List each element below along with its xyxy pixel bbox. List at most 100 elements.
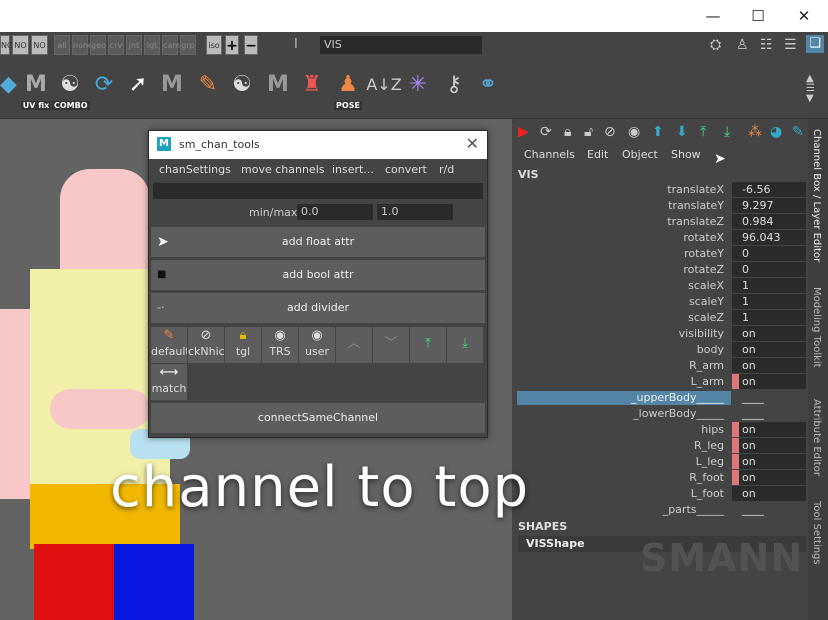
menu-channels[interactable]: Channels bbox=[524, 148, 575, 161]
selection-mask-button[interactable]: jnt bbox=[126, 35, 142, 55]
eye-icon[interactable]: ◉ bbox=[628, 123, 640, 141]
arrow-up-icon[interactable]: ⬆ bbox=[652, 123, 664, 141]
hierarchy-icon[interactable]: ⁂ bbox=[748, 123, 762, 141]
channel-value-field[interactable]: 0.984 bbox=[732, 214, 806, 229]
channel-label[interactable]: L_leg bbox=[696, 455, 724, 468]
mel-button[interactable]: M bbox=[154, 72, 190, 110]
channel-value-field[interactable]: 1 bbox=[732, 310, 806, 325]
close-button[interactable]: ✕ bbox=[789, 4, 819, 28]
channel-label[interactable]: hips bbox=[701, 423, 724, 436]
selection-mask-button[interactable]: NO bbox=[12, 35, 29, 55]
arrow-down-icon[interactable]: ⬇ bbox=[676, 123, 688, 141]
shirt-button[interactable]: ♜ bbox=[294, 72, 330, 110]
channel-value-field[interactable]: on bbox=[732, 358, 806, 373]
selection-mask-button[interactable]: cam bbox=[162, 35, 180, 55]
sort-az-button[interactable]: A↓Z bbox=[366, 72, 402, 110]
channel-value-field[interactable]: -6.56 bbox=[732, 182, 806, 197]
channel-row[interactable]: R_foot on bbox=[516, 470, 808, 486]
menu-edit[interactable]: Edit bbox=[587, 148, 608, 161]
channel-row[interactable]: R_arm on bbox=[516, 358, 808, 374]
channel-value-field[interactable]: ____ bbox=[732, 406, 806, 421]
channel-label[interactable]: rotateY bbox=[684, 247, 724, 260]
channel-value-field[interactable]: on bbox=[732, 454, 806, 469]
close-icon[interactable]: ✕ bbox=[466, 134, 479, 153]
character-icon[interactable]: ♙ bbox=[736, 37, 749, 53]
refresh-button[interactable]: ⟳ bbox=[86, 72, 122, 110]
selection-mask-button[interactable]: grp bbox=[180, 35, 196, 55]
channel-row[interactable]: rotateZ 0 bbox=[516, 262, 808, 278]
menu-insert[interactable]: insert... bbox=[332, 163, 374, 176]
channel-label[interactable]: _parts_____ bbox=[663, 503, 724, 516]
channel-row[interactable]: _upperBody_____ ____ bbox=[516, 390, 808, 406]
channel-label[interactable]: rotateX bbox=[683, 231, 724, 244]
select-button[interactable]: ➚ bbox=[120, 72, 156, 110]
channel-row[interactable]: rotateY 0 bbox=[516, 246, 808, 262]
channel-label[interactable]: scaleZ bbox=[688, 311, 724, 324]
selection-mask-button[interactable]: all bbox=[54, 35, 70, 55]
min-field[interactable]: 0.0 bbox=[297, 204, 373, 220]
selection-mask-button[interactable]: lgt bbox=[144, 35, 160, 55]
user-button[interactable]: ◉ user bbox=[299, 327, 335, 363]
move-down-button[interactable]: ﹀ bbox=[373, 327, 409, 363]
max-field[interactable]: 1.0 bbox=[377, 204, 453, 220]
uv-fix-button[interactable]: M UV fix bbox=[18, 72, 54, 110]
channel-row[interactable]: rotateX 96.043 bbox=[516, 230, 808, 246]
channel-box-icon[interactable]: ❏ bbox=[806, 35, 824, 53]
play-icon[interactable]: ▶ bbox=[518, 123, 529, 141]
move-up-button[interactable]: ︿ bbox=[336, 327, 372, 363]
menu-rd[interactable]: r/d bbox=[439, 163, 454, 176]
channel-value-field[interactable]: 1 bbox=[732, 294, 806, 309]
match-button[interactable]: ⟷ match bbox=[151, 364, 187, 400]
connect-same-channel-button[interactable]: connectSameChannel bbox=[151, 403, 485, 433]
edit-icon[interactable]: ✎ bbox=[792, 123, 804, 141]
hypershade-icon[interactable]: ⛭ bbox=[710, 37, 721, 53]
list-icon[interactable]: ☷ bbox=[760, 37, 773, 53]
channel-label[interactable]: R_arm bbox=[689, 359, 724, 372]
trs-button[interactable]: ◉ TRS bbox=[262, 327, 298, 363]
channel-row[interactable]: hips on bbox=[516, 422, 808, 438]
channel-label[interactable]: rotateZ bbox=[683, 263, 724, 276]
channel-row[interactable]: scaleZ 1 bbox=[516, 310, 808, 326]
channel-value-field[interactable]: on bbox=[732, 486, 806, 501]
minus-icon[interactable]: − bbox=[244, 35, 258, 55]
selection-mask-button[interactable]: NO bbox=[0, 35, 13, 55]
channel-label[interactable]: R_leg bbox=[694, 439, 724, 452]
python-button[interactable]: ☯ bbox=[224, 72, 260, 110]
menu-chansettings[interactable]: chanSettings bbox=[159, 163, 231, 176]
channel-row[interactable]: visibility on bbox=[516, 326, 808, 342]
add-float-attr-button[interactable]: ➤ add float attr bbox=[151, 227, 485, 257]
channel-label[interactable]: L_arm bbox=[691, 375, 724, 388]
channel-row[interactable]: L_foot on bbox=[516, 486, 808, 502]
channel-to-bottom-button[interactable]: ⤓ bbox=[447, 327, 483, 363]
tab-channel-box[interactable]: Channel Box / Layer Editor bbox=[811, 129, 822, 262]
refresh-icon[interactable]: ⟳ bbox=[540, 123, 552, 141]
tgl-button[interactable]: 🔒︎ tgl bbox=[225, 327, 261, 363]
tab-modeling-toolkit[interactable]: Modeling Toolkit bbox=[811, 287, 822, 368]
selection-mask-button[interactable]: NO bbox=[31, 35, 48, 55]
object-name-field[interactable]: VIS bbox=[320, 36, 482, 54]
uv-icon[interactable]: ◆ bbox=[0, 72, 17, 110]
default-button[interactable]: ✎ default bbox=[151, 327, 187, 363]
mel-button[interactable]: M bbox=[260, 72, 296, 110]
channel-label[interactable]: visibility bbox=[679, 327, 724, 340]
channel-row[interactable]: translateY 9.297 bbox=[516, 198, 808, 214]
channel-label[interactable]: scaleY bbox=[689, 295, 724, 308]
add-divider-button[interactable]: -· add divider bbox=[151, 293, 485, 323]
channel-value-field[interactable]: ____ bbox=[732, 502, 806, 517]
attr-name-field[interactable] bbox=[153, 183, 483, 199]
plus-icon[interactable]: + bbox=[225, 35, 239, 55]
channel-value-field[interactable]: 1 bbox=[732, 278, 806, 293]
channel-label[interactable]: _upperBody_____ bbox=[631, 391, 724, 404]
key-button[interactable]: ⚷ bbox=[436, 72, 472, 110]
channel-label[interactable]: body bbox=[697, 343, 724, 356]
arrow-to-top-icon[interactable]: ⤒ bbox=[700, 123, 706, 141]
channel-label[interactable]: L_foot bbox=[691, 487, 724, 500]
unlock-icon[interactable]: 🔓︎ bbox=[584, 123, 593, 141]
paint-button[interactable]: ✎ bbox=[190, 72, 226, 110]
channel-value-field[interactable]: on bbox=[732, 326, 806, 341]
channel-row[interactable]: translateZ 0.984 bbox=[516, 214, 808, 230]
channel-label[interactable]: R_foot bbox=[689, 471, 724, 484]
menu-show[interactable]: Show bbox=[671, 148, 701, 161]
minimize-button[interactable]: — bbox=[698, 4, 728, 28]
globe-icon[interactable]: ◕ bbox=[770, 123, 782, 141]
